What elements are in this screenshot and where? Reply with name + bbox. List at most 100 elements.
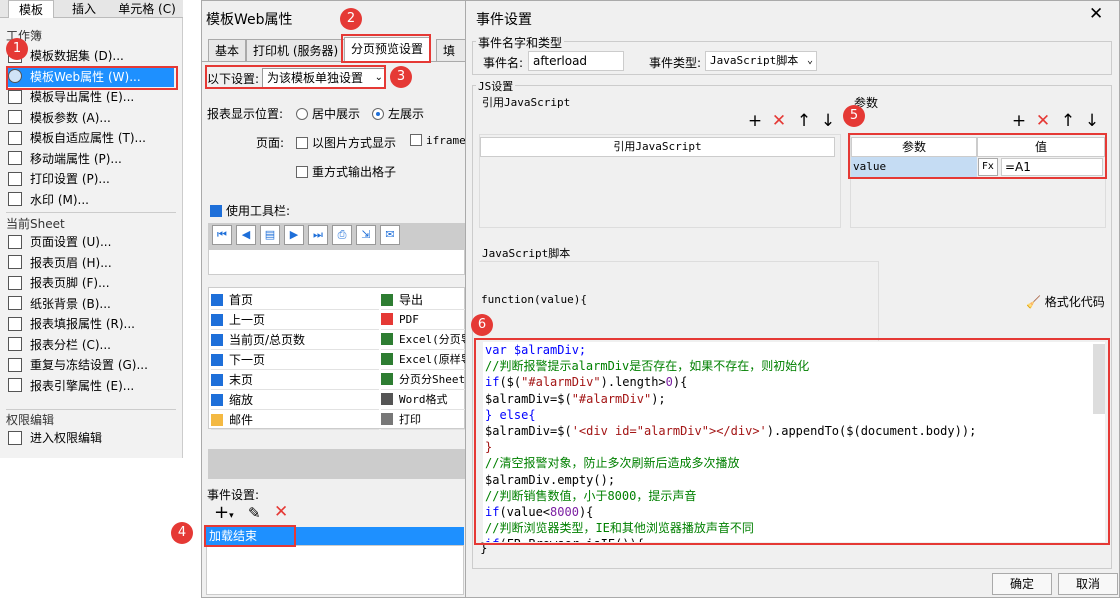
adaptive-icon — [8, 130, 22, 145]
delete-param-icon[interactable]: ✕ — [1034, 112, 1052, 130]
export-icon: ⇲ — [356, 225, 376, 245]
step-badge-6: 6 — [471, 314, 493, 336]
export-button-item[interactable]: 导出 — [381, 290, 465, 310]
button-icon — [211, 393, 223, 406]
settings-select[interactable]: 为该模板单独设置 ⌄ — [262, 68, 386, 88]
menu-item-label: 报表页脚 (F)... — [30, 276, 110, 290]
radio-left[interactable]: 左展示 — [372, 105, 424, 122]
menu-item[interactable]: 移动端属性 (P)... — [8, 149, 122, 169]
toolbar-button-item[interactable]: 缩放 — [211, 390, 379, 410]
page-label: 页面: — [256, 136, 285, 150]
menu-item[interactable]: 报表分栏 (C)... — [8, 335, 111, 355]
menu-item-label: 报表页眉 (H)... — [30, 255, 112, 270]
arrow-up-icon[interactable]: ↑ — [1059, 112, 1077, 130]
export-button-item[interactable]: Excel(分页导 — [381, 330, 465, 350]
value-column-header: 值 — [977, 137, 1105, 157]
code-scrollbar[interactable] — [1093, 344, 1105, 414]
menu-item-label: 报表引擎属性 (E)... — [30, 378, 135, 393]
menu-item-label: 页面设置 (U)... — [30, 235, 112, 249]
format-code-button[interactable]: 🧹 格式化代码 — [1026, 293, 1105, 310]
event-type-select[interactable]: JavaScript脚本 ⌄ — [705, 51, 817, 71]
formula-icon[interactable]: Fx — [978, 158, 998, 176]
param-name-cell[interactable]: value — [851, 157, 977, 177]
menu-item-label: 打印设置 (P)... — [30, 172, 110, 186]
toolbar-button-item[interactable]: 当前页/总页数 — [211, 330, 379, 350]
export-button-label: 分页分Sheet — [399, 373, 465, 386]
chevron-down-icon: ⌄ — [806, 55, 813, 66]
toolbar-button-item[interactable]: 下一页 — [211, 350, 379, 370]
checkbox-icon — [410, 134, 422, 146]
param-value-field[interactable]: =A1 — [1001, 158, 1103, 176]
add-icon[interactable]: + — [746, 112, 764, 130]
export-button-item[interactable]: Word格式 — [381, 390, 465, 410]
add-event-button[interactable]: +▾ — [214, 503, 234, 526]
tab-insert[interactable]: 插入 — [60, 0, 108, 18]
checkbox-toolbar[interactable]: 使用工具栏: — [210, 202, 290, 219]
cancel-button[interactable]: 取消 — [1058, 573, 1118, 595]
menu-item[interactable]: 模板Web属性 (W)... — [8, 66, 174, 87]
menu-item[interactable]: 报表页脚 (F)... — [8, 273, 110, 293]
export-button-item[interactable]: PDF — [381, 310, 465, 330]
export-button-label: 导出 — [399, 293, 424, 307]
tab-fill[interactable]: 填报 — [436, 39, 466, 61]
arrow-down-icon[interactable]: ↓ — [819, 112, 837, 130]
delete-event-button[interactable]: ✕ — [274, 502, 288, 522]
close-icon[interactable]: ✕ — [1089, 4, 1103, 24]
checkbox-iframe[interactable]: iframe — [410, 134, 466, 147]
event-list — [206, 545, 464, 595]
menu-item[interactable]: 打印设置 (P)... — [8, 169, 110, 189]
event-name-label: 事件名: — [483, 56, 524, 70]
event-list-item[interactable]: 加载结束 — [206, 527, 464, 545]
toolbar-button-item[interactable]: 上一页 — [211, 310, 379, 330]
tab-basic[interactable]: 基本 — [208, 39, 247, 61]
arrow-up-icon[interactable]: ↑ — [795, 112, 813, 130]
add-param-icon[interactable]: + — [1010, 112, 1028, 130]
menu-item-label: 模板导出属性 (E)... — [30, 90, 135, 104]
dialog-title: 事件设置 — [476, 12, 532, 28]
menu-item[interactable]: 模板参数 (A)... — [8, 108, 111, 128]
toolbar-button-item[interactable]: 首页 — [211, 290, 379, 310]
menu-item[interactable]: 报表页眉 (H)... — [8, 253, 112, 273]
menu-item[interactable]: 报表填报属性 (R)... — [8, 314, 135, 334]
menu-item-label: 报表分栏 (C)... — [30, 337, 112, 352]
menu-item[interactable]: 模板自适应属性 (T)... — [8, 128, 146, 148]
tab-printer[interactable]: 打印机 (服务器) — [246, 39, 346, 61]
export-button-item[interactable]: 分页分Sheet — [381, 370, 465, 390]
menu-item[interactable]: 进入权限编辑 — [8, 428, 102, 448]
params-table: 参数 值 value Fx =A1 — [850, 134, 1106, 228]
background-icon — [8, 296, 22, 310]
menu-item[interactable]: 报表引擎属性 (E)... — [8, 376, 134, 396]
code-editor[interactable]: var $alramDiv; //判断报警提示alarmDiv是否存在，如果不存在… — [483, 342, 1105, 542]
ok-button[interactable]: 确定 — [992, 573, 1052, 595]
menu-item[interactable]: 页面设置 (U)... — [8, 232, 111, 252]
toolbar-button-label: 下一页 — [229, 353, 266, 367]
arrow-down-icon[interactable]: ↓ — [1083, 112, 1101, 130]
tab-template[interactable]: 模板 — [8, 0, 54, 18]
edit-event-button[interactable]: ✎ — [248, 504, 261, 522]
checkbox-output[interactable]: 重方式输出格子 — [296, 163, 396, 180]
menu-item[interactable]: 重复与冻结设置 (G)... — [8, 355, 148, 375]
menu-item[interactable]: 模板导出属性 (E)... — [8, 87, 134, 107]
toolbar-button-label: 缩放 — [229, 393, 254, 407]
toolbar-button-item[interactable]: 邮件 — [211, 410, 379, 430]
menu-item[interactable]: 纸张背景 (B)... — [8, 294, 111, 314]
ref-js-table: 引用JavaScript — [479, 134, 841, 228]
code-line: } else{ — [485, 407, 536, 422]
checkbox-image-mode[interactable]: 以图片方式显示 — [296, 134, 396, 151]
event-name-field[interactable]: afterload — [528, 51, 624, 71]
button-icon — [211, 413, 223, 426]
radio-center[interactable]: 居中展示 — [296, 105, 360, 122]
tab-cell[interactable]: 单元格 (C) — [114, 0, 180, 18]
checkbox-icon — [296, 136, 308, 149]
menu-item[interactable]: 水印 (M)... — [8, 190, 89, 210]
mobile-icon — [8, 151, 22, 165]
tab-page-preview[interactable]: 分页预览设置 — [344, 37, 431, 61]
export-button-item[interactable]: 打印 — [381, 410, 465, 430]
print-icon: ⎙ — [332, 225, 352, 245]
button-icon — [381, 293, 393, 306]
delete-icon[interactable]: ✕ — [770, 112, 788, 130]
menu-item-label: 重复与冻结设置 (G)... — [30, 358, 148, 372]
toolbar-button-item[interactable]: 末页 — [211, 370, 379, 390]
code-line: $alramDiv=$('<div id="alarmDiv"></div>')… — [485, 424, 977, 439]
export-button-item[interactable]: Excel(原样导 — [381, 350, 465, 370]
